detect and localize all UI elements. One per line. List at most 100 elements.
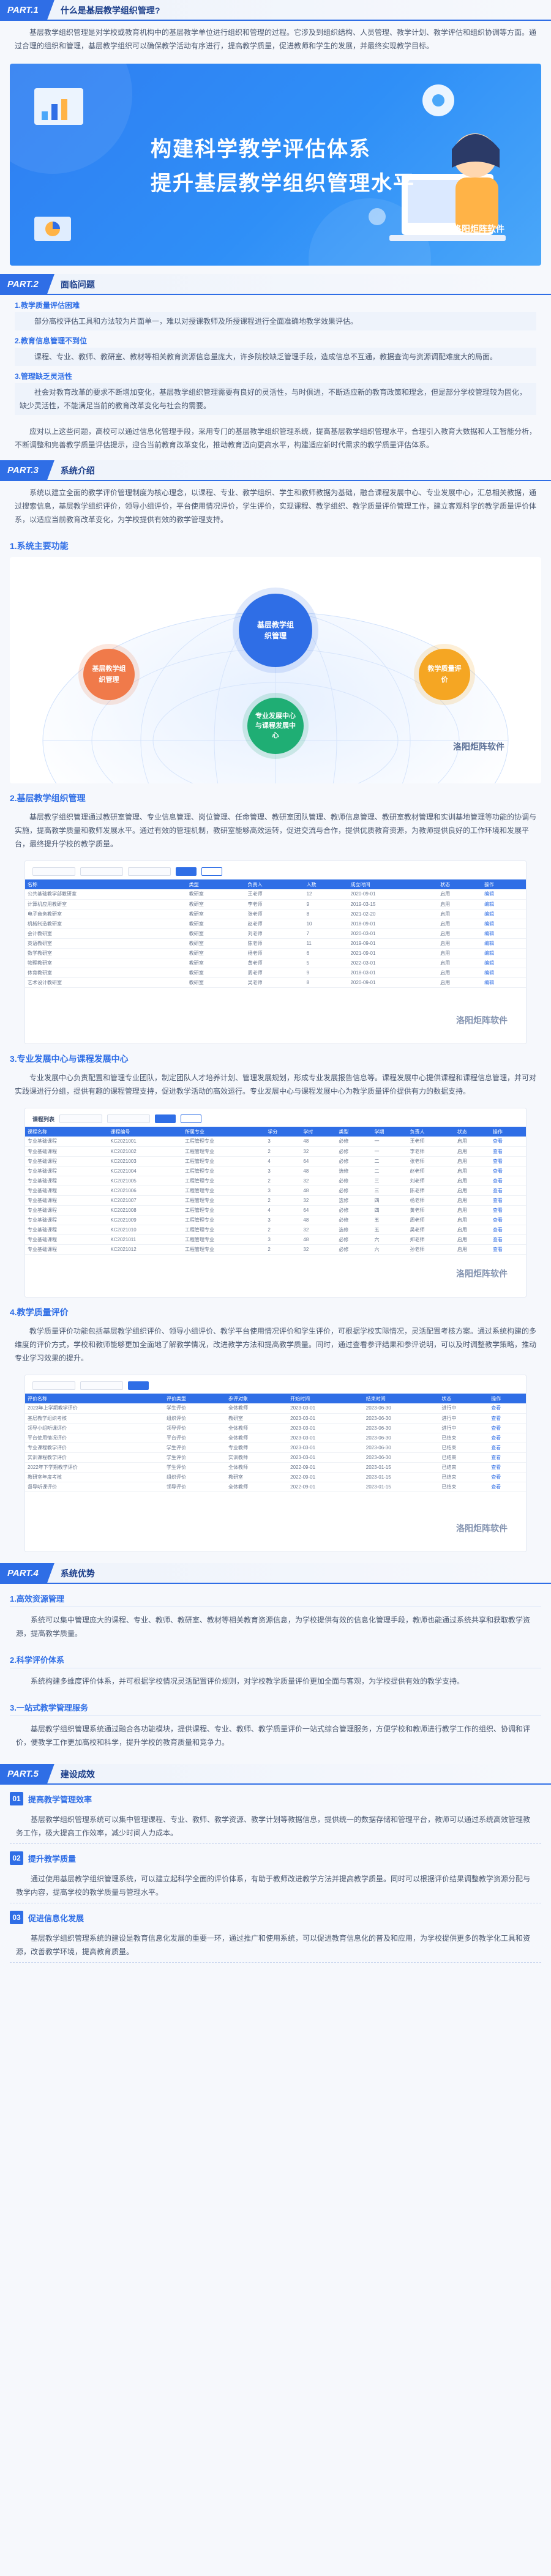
table-row[interactable]: 专业基础课程 KC2021003 工程管理专业 4 64 必修二张老师 启用 查看	[25, 1156, 526, 1167]
table-row[interactable]: 2022年下学期教学评价 学生评价 全体教师 2022-09-01 2023-01-15…	[25, 1462, 526, 1473]
org-search-button[interactable]	[176, 867, 197, 876]
table-row[interactable]: 专业基础课程 KC2021009 工程管理专业 3 48 必修五周老师 启用 查看	[25, 1215, 526, 1225]
org-column-header: 人数	[304, 879, 348, 889]
table-row[interactable]: 专业基础课程 KC2021002 工程管理专业 2 32 必修一李老师 启用 查看	[25, 1146, 526, 1157]
table-row[interactable]: 教研室年度考核 组织评价 教研室 2022-09-01 2023-01-15 已结束 查看	[25, 1472, 526, 1482]
table-row[interactable]: 专业基础课程 KC2021006 工程管理专业 3 48 必修三陈老师 启用 查看	[25, 1185, 526, 1196]
row-action-link[interactable]: 查看	[490, 1234, 526, 1245]
table-cell: 专业基础课程	[25, 1225, 108, 1235]
table-cell: 一	[372, 1137, 408, 1147]
table-cell: 黄老师	[245, 958, 304, 968]
table-row[interactable]: 数学教研室 教研室 杨老师 6 2021-09-01 启用 编辑	[25, 948, 526, 958]
row-action-link[interactable]: 查看	[489, 1482, 526, 1492]
table-cell: 7	[304, 928, 348, 939]
table-cell: 2022-09-01	[288, 1472, 364, 1482]
table-row[interactable]: 物理教研室 教研室 黄老师 5 2022-03-01 启用 编辑	[25, 958, 526, 968]
org-reset-button[interactable]	[201, 867, 222, 876]
row-action-link[interactable]: 查看	[490, 1244, 526, 1255]
table-row[interactable]: 领导小组听课评价 领导评价 全体教师 2023-03-01 2023-06-30 进行中查…	[25, 1423, 526, 1433]
table-row[interactable]: 艺术设计教研室 教研室 吴老师 8 2020-09-01 启用 编辑	[25, 977, 526, 988]
dev-search-button[interactable]	[155, 1114, 176, 1123]
row-action-link[interactable]: 编辑	[482, 909, 526, 919]
row-action-link[interactable]: 编辑	[482, 948, 526, 958]
row-action-link[interactable]: 查看	[489, 1443, 526, 1453]
eval-filter-field[interactable]	[32, 1381, 75, 1390]
table-cell: 启用	[438, 948, 482, 958]
table-row[interactable]: 专业基础课程 KC2021010 工程管理专业 2 32 选修五吴老师 启用 查看	[25, 1225, 526, 1235]
table-row[interactable]: 计算机应用教研室 教研室 李老师 9 2019-03-15 启用 编辑	[25, 899, 526, 909]
row-action-link[interactable]: 编辑	[482, 977, 526, 988]
table-row[interactable]: 2023年上学期教学评价 学生评价 全体教师 2023-03-01 2023-06-30…	[25, 1403, 526, 1414]
table-row[interactable]: 实训课程教学评价 学生评价 实训教师 2023-03-01 2023-06-30 已结束查…	[25, 1452, 526, 1463]
org-column-header: 成立时间	[348, 879, 438, 889]
result-number: 01	[10, 1792, 23, 1805]
row-action-link[interactable]: 查看	[490, 1225, 526, 1235]
row-action-link[interactable]: 查看	[489, 1452, 526, 1463]
table-cell: 平台使用情况评价	[25, 1433, 164, 1443]
table-row[interactable]: 电子商务教研室 教研室 张老师 8 2021-02-20 启用 编辑	[25, 909, 526, 919]
row-action-link[interactable]: 查看	[489, 1462, 526, 1473]
dev-reset-button[interactable]	[181, 1114, 202, 1123]
row-action-link[interactable]: 查看	[490, 1195, 526, 1206]
table-cell: 32	[301, 1244, 337, 1255]
table-row[interactable]: 专业基础课程 KC2021005 工程管理专业 2 32 必修三刘老师 启用 查看	[25, 1176, 526, 1186]
table-cell: 教研室年度考核	[25, 1472, 164, 1482]
table-cell: 一	[372, 1146, 408, 1157]
row-action-link[interactable]: 编辑	[482, 899, 526, 909]
row-action-link[interactable]: 查看	[490, 1176, 526, 1186]
table-cell: 5	[304, 958, 348, 968]
table-row[interactable]: 专业基础课程 KC2021008 工程管理专业 4 64 必修四黄老师 启用 查看	[25, 1205, 526, 1215]
row-action-link[interactable]: 编辑	[482, 968, 526, 978]
row-action-link[interactable]: 查看	[490, 1156, 526, 1167]
table-row[interactable]: 专业基础课程 KC2021001 工程管理专业 3 48 必修一王老师 启用 查看	[25, 1137, 526, 1147]
table-cell: 专业基础课程	[25, 1205, 108, 1215]
table-row[interactable]: 专业基础课程 KC2021004 工程管理专业 3 48 选修二赵老师 启用 查看	[25, 1166, 526, 1176]
table-row[interactable]: 专业基础课程 KC2021012 工程管理专业 2 32 必修六孙老师 启用 查看	[25, 1244, 526, 1255]
banner-title-line2: 提升基层教学组织管理水平	[151, 172, 415, 195]
left-node: 基层教学组织管理	[83, 649, 135, 700]
dev-filter-field[interactable]	[107, 1114, 151, 1123]
row-action-link[interactable]: 查看	[490, 1137, 526, 1147]
dev-filter-field[interactable]	[59, 1114, 103, 1123]
row-action-link[interactable]: 编辑	[482, 919, 526, 929]
table-row[interactable]: 机械制造教研室 教研室 赵老师 10 2018-09-01 启用 编辑	[25, 919, 526, 929]
org-filter-field[interactable]	[128, 867, 171, 876]
row-action-link[interactable]: 查看	[489, 1433, 526, 1443]
table-cell: 必修	[336, 1137, 372, 1147]
table-row[interactable]: 专业基础课程 KC2021011 工程管理专业 3 48 必修六郑老师 启用 查看	[25, 1234, 526, 1245]
row-action-link[interactable]: 查看	[490, 1166, 526, 1176]
row-action-link[interactable]: 查看	[489, 1413, 526, 1424]
table-cell: 48	[301, 1185, 337, 1196]
table-row[interactable]: 平台使用情况评价 平台评价 全体教师 2023-03-01 2023-06-30 已结束查…	[25, 1433, 526, 1443]
table-row[interactable]: 体育教研室 教研室 周老师 9 2018-03-01 启用 编辑	[25, 968, 526, 978]
part3-divider	[0, 480, 551, 481]
row-action-link[interactable]: 查看	[489, 1472, 526, 1482]
row-action-link[interactable]: 查看	[490, 1205, 526, 1215]
org-filter-field[interactable]	[32, 867, 75, 876]
table-row[interactable]: 督导听课评价 领导评价 全体教师 2022-09-01 2023-01-15 已结束 查看	[25, 1482, 526, 1492]
table-row[interactable]: 专业基础课程 KC2021007 工程管理专业 2 32 选修四杨老师 启用 查看	[25, 1195, 526, 1206]
eval-filter-field[interactable]	[80, 1381, 123, 1390]
table-cell: 学生评价	[163, 1452, 227, 1463]
table-row[interactable]: 专业课程教学评价 学生评价 专业教师 2023-03-01 2023-06-30 已结束查…	[25, 1443, 526, 1453]
table-cell: 教研室	[186, 977, 246, 988]
table-cell: 11	[304, 938, 348, 949]
table-row[interactable]: 英语教研室 教研室 陈老师 11 2019-09-01 启用 编辑	[25, 938, 526, 949]
row-action-link[interactable]: 编辑	[482, 928, 526, 939]
table-row[interactable]: 基层教学组织考核 组织评价 教研室 2023-03-01 2023-06-30 进行中 查看	[25, 1413, 526, 1424]
row-action-link[interactable]: 查看	[489, 1423, 526, 1433]
table-row[interactable]: 会计教研室 教研室 刘老师 7 2020-03-01 启用 编辑	[25, 928, 526, 939]
row-action-link[interactable]: 查看	[490, 1146, 526, 1157]
table-row[interactable]: 公共基础教学部教研室 教研室 王老师 12 2020-09-01 启用 编辑	[25, 889, 526, 900]
org-filter-field[interactable]	[80, 867, 123, 876]
eval-search-button[interactable]	[128, 1381, 149, 1390]
row-action-link[interactable]: 编辑	[482, 958, 526, 968]
table-cell: 工程管理专业	[182, 1185, 266, 1196]
part3-title: 系统介绍	[60, 466, 95, 476]
row-action-link[interactable]: 查看	[490, 1215, 526, 1225]
table-cell: 9	[304, 968, 348, 978]
row-action-link[interactable]: 查看	[490, 1185, 526, 1196]
row-action-link[interactable]: 查看	[489, 1403, 526, 1414]
row-action-link[interactable]: 编辑	[482, 889, 526, 900]
row-action-link[interactable]: 编辑	[482, 938, 526, 949]
